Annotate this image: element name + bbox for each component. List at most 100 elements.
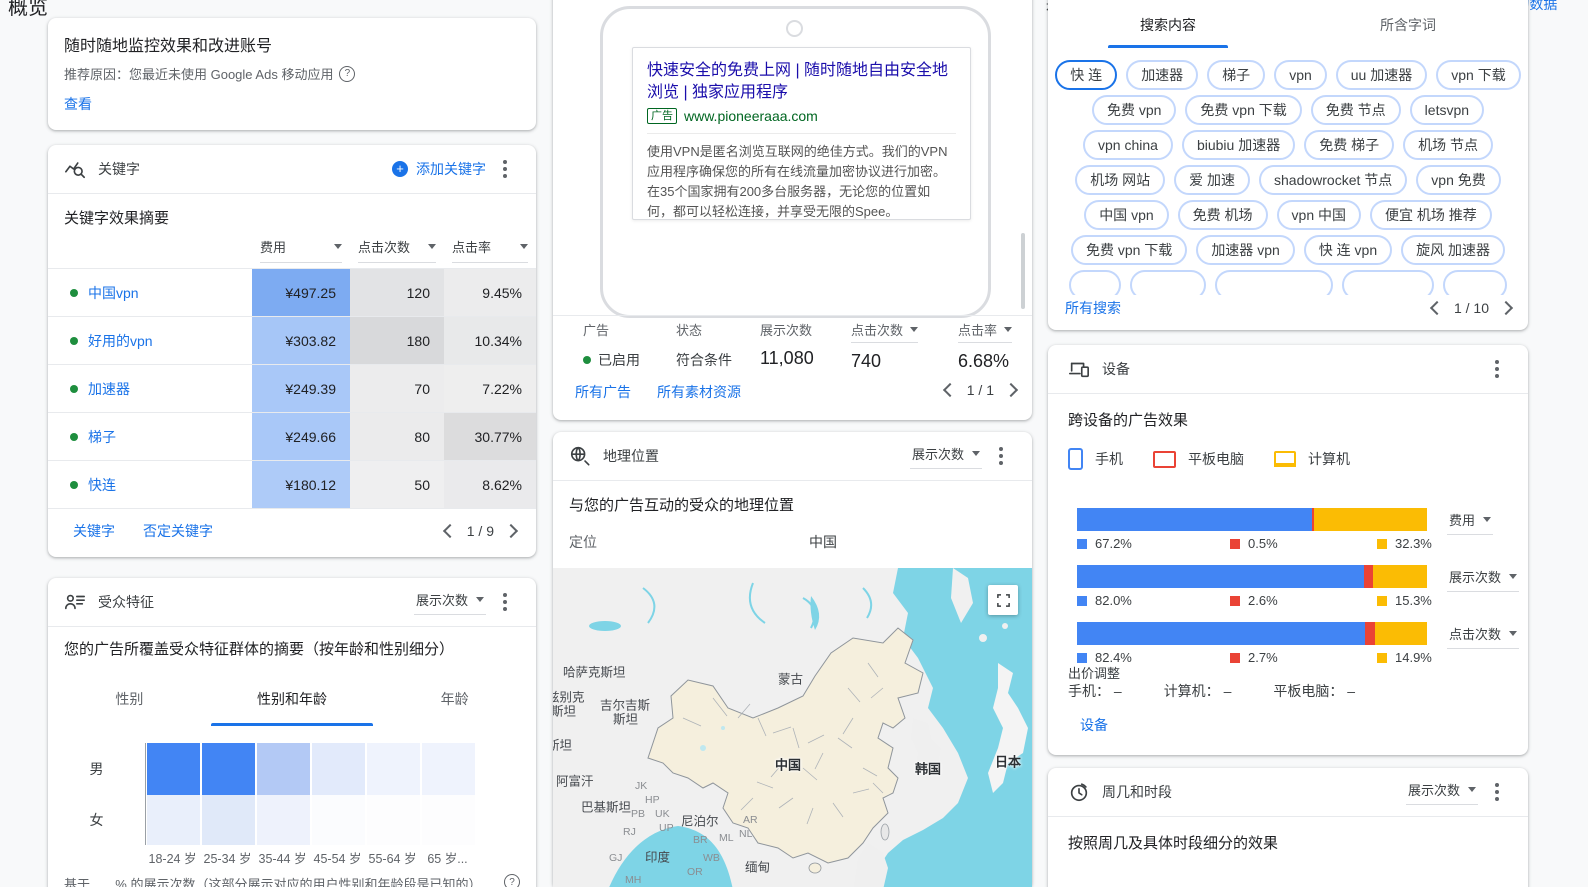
cost-cell: ¥180.12 — [252, 461, 350, 508]
view-button[interactable]: 查看 — [64, 94, 92, 114]
audience-card-title: 受众特征 — [98, 592, 402, 612]
search-chip[interactable]: 爱 加速 — [1174, 165, 1250, 195]
map-graphic — [553, 568, 1032, 887]
keyword-link[interactable]: 快连 — [88, 475, 116, 495]
search-chip[interactable]: 梯子 — [1207, 60, 1265, 90]
search-chip[interactable]: letsvpn — [1410, 95, 1484, 125]
chip-row: vpn china biubiu 加速器免费 梯子机场 节点 — [1048, 130, 1528, 160]
search-chip[interactable]: 机场 节点 — [1403, 130, 1493, 160]
all-assets-link[interactable]: 所有素材资源 — [657, 382, 741, 402]
all-searches-link[interactable]: 所有搜索 — [1065, 298, 1121, 318]
search-chip[interactable]: 快 连 vpn — [1304, 235, 1392, 265]
chip-row: 机场 网站爱 加速 shadowrocket 节点 vpn 免费 — [1048, 165, 1528, 195]
search-chip[interactable]: 旋风 加速器 — [1401, 235, 1505, 265]
chip-row: 免费 vpn 免费 vpn 下载免费 节点 letsvpn — [1048, 95, 1528, 125]
all-ads-link[interactable]: 所有广告 — [575, 382, 631, 402]
search-chip[interactable]: 加速器 — [1126, 60, 1198, 90]
china-map[interactable]: 哈萨克斯坦兹别克斯坦斯坦吉尔吉斯斯坦阿富汗巴基斯坦尼泊尔印度缅甸蒙古中国韩国日本… — [553, 568, 1032, 887]
help-icon[interactable]: ? — [339, 66, 355, 82]
schedule-metric-dropdown[interactable]: 展示次数 — [1406, 780, 1478, 805]
search-chip[interactable]: vpn 免费 — [1416, 165, 1500, 195]
bar-metric-dropdown[interactable]: 展示次数 — [1447, 567, 1519, 592]
search-chip[interactable]: 便宜 机场 推荐 — [1370, 200, 1492, 230]
devices-link[interactable]: 设备 — [1080, 715, 1108, 735]
search-chip[interactable]: 免费 机场 — [1178, 200, 1268, 230]
table-row: 加速器¥249.39707.22% — [48, 364, 536, 412]
sort-header-ctr[interactable]: 点击率 — [452, 237, 528, 263]
schedule-kebab-menu[interactable] — [1490, 781, 1504, 803]
preview-scrollbar[interactable] — [1021, 233, 1025, 309]
search-chip[interactable]: 免费 vpn 下载 — [1071, 235, 1187, 265]
percent-value: 82.0% — [1095, 593, 1132, 608]
keyword-link[interactable]: 中国vpn — [88, 283, 139, 303]
status-dot-icon — [70, 433, 78, 441]
heatmap-cell — [367, 795, 420, 845]
legend-swatch — [1377, 539, 1387, 549]
search-chip[interactable]: biubiu 加速器 — [1182, 130, 1295, 160]
tab-age[interactable]: 年龄 — [373, 682, 536, 726]
ad-title-link[interactable]: 快速安全的免费上网 | 随时随地自由安全地浏览 | 独家应用程序 — [647, 60, 956, 104]
stat-column: 状态符合条件 — [676, 320, 732, 370]
negative-keywords-link[interactable]: 否定关键字 — [143, 521, 213, 541]
search-page-prev[interactable] — [1430, 301, 1444, 315]
ad-page-next[interactable] — [1004, 383, 1018, 397]
search-chip[interactable]: vpn 下载 — [1436, 60, 1520, 90]
keyword-link[interactable]: 加速器 — [88, 379, 130, 399]
search-chip[interactable] — [1069, 270, 1121, 295]
audience-metric-dropdown[interactable]: 展示次数 — [414, 590, 486, 615]
tab-search-content[interactable]: 搜索内容 — [1048, 10, 1288, 48]
age-label: 55-64 岁 — [365, 848, 420, 867]
search-chip[interactable] — [1342, 270, 1434, 295]
keywords-link[interactable]: 关键字 — [73, 521, 115, 541]
sort-header-clicks[interactable]: 点击次数 — [358, 237, 436, 263]
sort-header-cost[interactable]: 费用 — [260, 237, 342, 263]
percent-item: 67.2% — [1077, 536, 1132, 551]
search-chip[interactable]: uu 加速器 — [1336, 60, 1427, 90]
search-chip[interactable]: 中国 vpn — [1084, 200, 1168, 230]
search-chip[interactable]: vpn — [1274, 60, 1327, 90]
search-chip[interactable]: 免费 vpn 下载 — [1185, 95, 1301, 125]
bar-metric-dropdown[interactable]: 点击次数 — [1447, 624, 1519, 649]
stacked-bar — [1077, 508, 1427, 531]
search-chip[interactable] — [1443, 270, 1507, 295]
keyword-link[interactable]: 梯子 — [88, 427, 116, 447]
search-page-next[interactable] — [1499, 301, 1513, 315]
legend-swatch — [1230, 539, 1240, 549]
audience-kebab-menu[interactable] — [498, 591, 512, 613]
keywords-page-prev[interactable] — [443, 524, 457, 538]
tab-contained-words[interactable]: 所含字词 — [1288, 10, 1528, 48]
keyword-cell: 梯子 — [48, 413, 252, 460]
ad-page-prev[interactable] — [943, 383, 957, 397]
heatmap-cell — [202, 743, 255, 795]
keyword-link[interactable]: 好用的vpn — [88, 331, 153, 351]
map-fullscreen-button[interactable] — [988, 585, 1018, 615]
search-chip[interactable]: 快 连 — [1055, 60, 1117, 90]
search-chip[interactable]: 免费 梯子 — [1304, 130, 1394, 160]
keywords-table-body: 中国vpn¥497.251209.45%好用的vpn¥303.8218010.3… — [48, 268, 536, 509]
search-chip[interactable]: 免费 节点 — [1311, 95, 1401, 125]
stat-label[interactable]: 点击率 — [958, 320, 1012, 343]
search-chip[interactable]: shadowrocket 节点 — [1259, 165, 1407, 195]
search-chip[interactable]: 加速器 vpn — [1196, 235, 1294, 265]
help-icon[interactable]: ? — [504, 874, 520, 887]
heatmap-cell — [202, 795, 255, 845]
keywords-page-next[interactable] — [504, 524, 518, 538]
search-chip[interactable]: vpn 中国 — [1277, 200, 1361, 230]
search-page-indicator: 1 / 10 — [1454, 300, 1489, 316]
geo-metric-dropdown[interactable]: 展示次数 — [910, 444, 982, 469]
devices-kebab-menu[interactable] — [1490, 358, 1504, 380]
legend-item: 手机 — [1068, 448, 1123, 470]
search-chip[interactable]: vpn china — [1083, 130, 1173, 160]
keywords-kebab-menu[interactable] — [498, 158, 512, 180]
bar-metric-dropdown[interactable]: 费用 — [1447, 510, 1493, 535]
search-chip[interactable]: 机场 网站 — [1075, 165, 1165, 195]
tab-gender[interactable]: 性别 — [48, 682, 211, 726]
heatmap-cell — [147, 743, 200, 795]
add-keyword-button[interactable]: + 添加关键字 — [392, 159, 486, 179]
tab-gender-and-age[interactable]: 性别和年龄 — [211, 682, 374, 726]
search-chip[interactable]: 免费 vpn — [1092, 95, 1176, 125]
search-chip[interactable] — [1215, 270, 1333, 295]
search-chip[interactable] — [1130, 270, 1206, 295]
stat-label[interactable]: 点击次数 — [851, 320, 918, 343]
geo-kebab-menu[interactable] — [994, 445, 1008, 467]
